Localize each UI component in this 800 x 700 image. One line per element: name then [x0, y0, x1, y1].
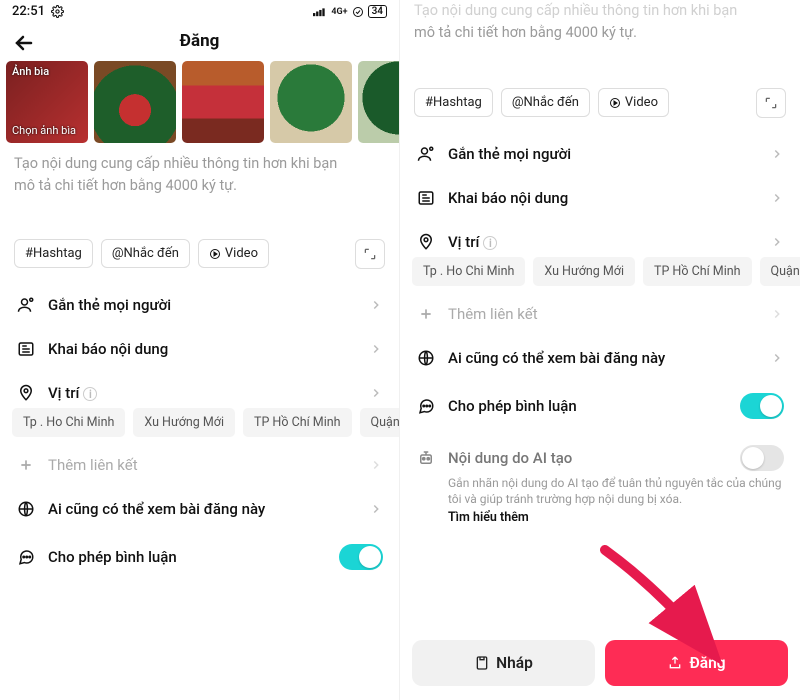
tag-chip-row-right: #Hashtag @Nhắc đến Video [400, 80, 800, 126]
comment-icon [416, 397, 436, 415]
plus-icon [16, 457, 36, 473]
status-time: 22:51 [12, 4, 45, 19]
row-tag-people[interactable]: Gắn thẻ mọi người [400, 132, 800, 176]
hashtag-chip[interactable]: #Hashtag [414, 88, 493, 117]
cover-label: Ảnh bìa [12, 65, 49, 78]
ai-subtext: Gắn nhãn nội dung do AI tạo để tuân thủ … [400, 475, 800, 509]
photo-thumb-2[interactable] [182, 61, 264, 143]
row-allow-comments[interactable]: Cho phép bình luận [400, 380, 800, 432]
row-allow-comments[interactable]: Cho phép bình luận [0, 531, 399, 583]
cover-option[interactable]: Chọn ảnh bìa [12, 124, 76, 137]
options-list-right: Gắn thẻ mọi người Khai báo nội dung Vị t… [400, 126, 800, 534]
cover-thumb[interactable]: Ảnh bìa Chọn ảnh bìa [6, 61, 88, 143]
ai-learn-more-link[interactable]: Tìm hiểu thêm [400, 508, 800, 533]
mention-chip[interactable]: @Nhắc đến [101, 239, 190, 268]
person-icon [416, 145, 436, 163]
connection-icon [352, 6, 364, 18]
status-icons: 4G+ 34 [313, 5, 387, 18]
photo-thumb-4[interactable] [358, 61, 400, 143]
post-button[interactable]: Đăng [605, 640, 788, 686]
chevron-right-icon [770, 191, 784, 205]
caption-hint-1: Tạo nội dung cung cấp nhiều thông tin hơ… [14, 153, 385, 175]
location-chip[interactable]: Xu Hướng Mới [133, 408, 235, 437]
row-add-link[interactable]: Thêm liên kết [400, 292, 800, 336]
robot-icon [416, 449, 436, 467]
location-pin-icon [416, 233, 436, 251]
options-list-left: Gắn thẻ mọi người Khai báo nội dung Vị t… [0, 277, 399, 583]
battery-level: 34 [368, 5, 387, 18]
left-pane: 22:51 4G+ 34 Đăng Ảnh bìa Chọn ảnh bìa [0, 0, 400, 700]
photo-thumb-3[interactable] [270, 61, 352, 143]
row-add-link[interactable]: Thêm liên kết [0, 443, 399, 487]
status-bar: 22:51 4G+ 34 [0, 0, 399, 21]
chevron-right-icon [369, 502, 383, 516]
location-chip[interactable]: TP Hồ Chí Minh [643, 257, 752, 286]
newspaper-icon [16, 340, 36, 358]
chevron-right-icon [770, 307, 784, 321]
chevron-right-icon [369, 386, 383, 400]
location-chip[interactable]: Quận [360, 408, 399, 437]
caption-hint-right: Tạo nội dung cung cấp nhiều thông tin hơ… [400, 0, 800, 48]
row-visibility[interactable]: Ai cũng có thể xem bài đăng này [400, 336, 800, 380]
comments-toggle[interactable] [339, 544, 383, 570]
row-ai-content[interactable]: Nội dung do AI tạo [400, 432, 800, 475]
location-suggestions: Tp . Ho Chi Minh Xu Hướng Mới TP Hồ Chí … [400, 257, 800, 292]
signal-icon [313, 6, 327, 17]
chevron-right-icon [770, 147, 784, 161]
chevron-right-icon [369, 458, 383, 472]
row-declare-content[interactable]: Khai báo nội dung [400, 176, 800, 220]
chevron-right-icon [770, 351, 784, 365]
bottom-action-bar: Nháp Đăng [400, 630, 800, 700]
right-pane: Tạo nội dung cung cấp nhiều thông tin hơ… [400, 0, 800, 700]
location-pin-icon [16, 384, 36, 402]
location-suggestions: Tp . Ho Chi Minh Xu Hướng Mới TP Hồ Chí … [0, 408, 399, 443]
location-chip[interactable]: Tp . Ho Chi Minh [412, 257, 525, 286]
tag-chip-row: #Hashtag @Nhắc đến Video [0, 231, 399, 277]
settings-gear-icon [51, 5, 64, 18]
location-chip[interactable]: Tp . Ho Chi Minh [12, 408, 125, 437]
chevron-right-icon [770, 235, 784, 249]
expand-caption-button[interactable] [355, 239, 385, 269]
back-button[interactable] [12, 31, 36, 55]
person-icon [16, 296, 36, 314]
info-icon: i [83, 387, 97, 401]
network-type: 4G+ [331, 7, 347, 17]
row-location[interactable]: Vị tríi [400, 220, 800, 257]
ai-content-toggle[interactable] [740, 445, 784, 471]
video-chip[interactable]: Video [598, 88, 669, 117]
globe-icon [16, 500, 36, 518]
chevron-right-icon [369, 342, 383, 356]
page-title: Đăng [180, 31, 220, 51]
comments-toggle[interactable] [740, 393, 784, 419]
newspaper-icon [416, 189, 436, 207]
photo-thumb-1[interactable] [94, 61, 176, 143]
mention-chip[interactable]: @Nhắc đến [501, 88, 590, 117]
info-icon: i [483, 236, 497, 250]
row-visibility[interactable]: Ai cũng có thể xem bài đăng này [0, 487, 399, 531]
thumbnail-strip[interactable]: Ảnh bìa Chọn ảnh bìa [0, 61, 399, 143]
draft-button[interactable]: Nháp [412, 640, 595, 686]
location-chip[interactable]: Xu Hướng Mới [533, 257, 635, 286]
video-chip[interactable]: Video [198, 239, 269, 268]
row-tag-people[interactable]: Gắn thẻ mọi người [0, 283, 399, 327]
hashtag-chip[interactable]: #Hashtag [14, 239, 93, 268]
chevron-right-icon [369, 298, 383, 312]
caption-input[interactable]: Tạo nội dung cung cấp nhiều thông tin hơ… [0, 143, 399, 203]
plus-icon [416, 306, 436, 322]
location-chip[interactable]: TP Hồ Chí Minh [243, 408, 352, 437]
row-declare-content[interactable]: Khai báo nội dung [0, 327, 399, 371]
expand-caption-button[interactable] [756, 88, 786, 118]
location-chip[interactable]: Quận [760, 257, 800, 286]
caption-hint-2: mô tả chi tiết hơn bằng 4000 ký tự. [14, 175, 385, 197]
row-location[interactable]: Vị tríi [0, 371, 399, 408]
globe-icon [416, 349, 436, 367]
comment-icon [16, 548, 36, 566]
header: Đăng [0, 21, 399, 61]
